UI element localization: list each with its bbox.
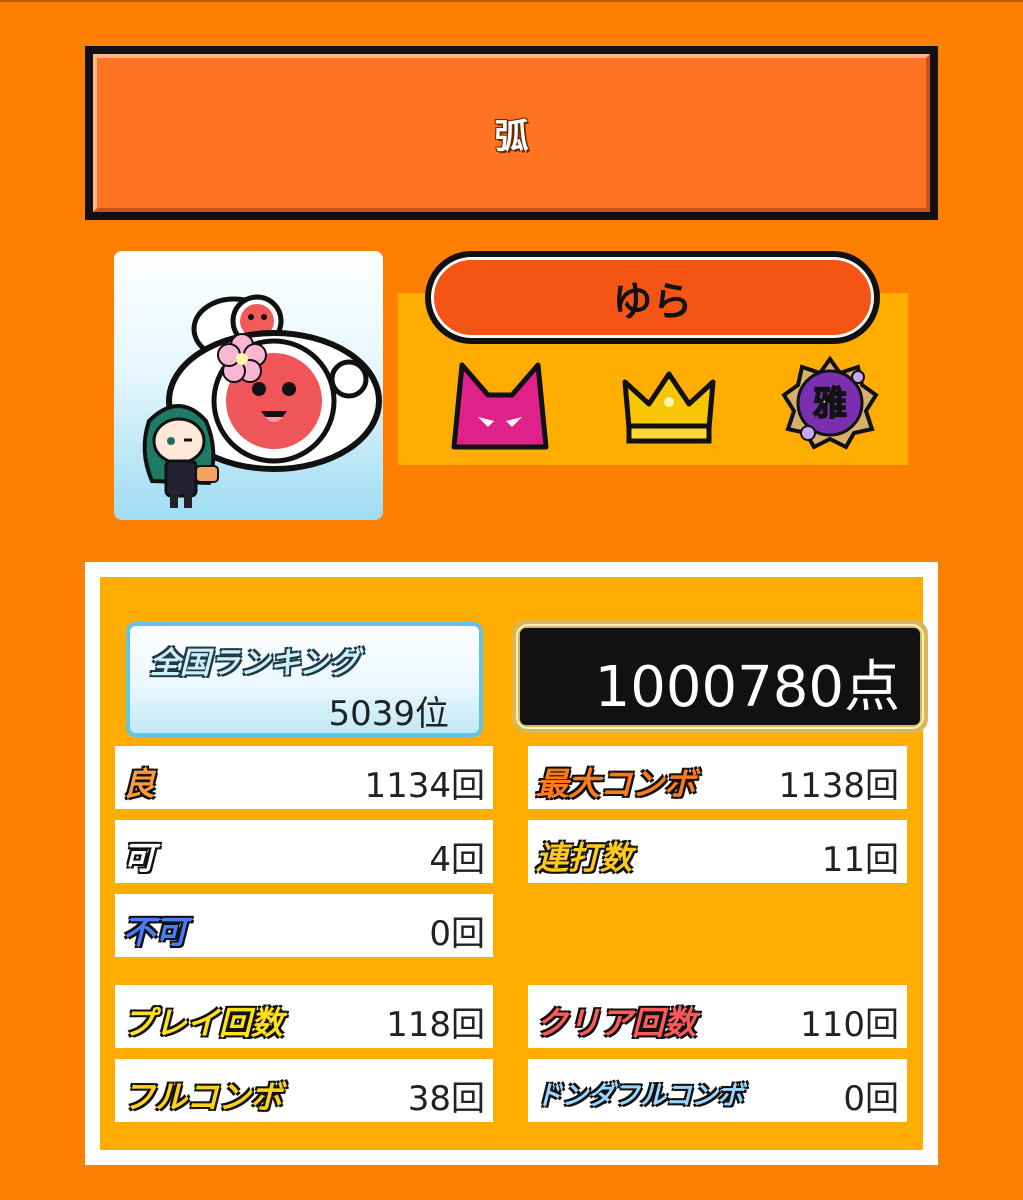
total-score-box: 1000780点 xyxy=(512,620,928,733)
song-title-plate: 弧 xyxy=(93,54,930,212)
oni-difficulty-icon xyxy=(450,355,550,454)
girl-character xyxy=(142,404,219,508)
stat-value-ok: 4回 xyxy=(429,840,485,880)
song-title-banner: 弧 xyxy=(85,46,938,220)
stat-label-ok: 可 xyxy=(123,839,156,877)
stat-row-max-combo: 最大コンボ 1138回 xyxy=(528,746,907,809)
avatar-illustration xyxy=(142,294,382,508)
stat-row-drumroll: 連打数 11回 xyxy=(528,820,907,883)
stat-value-full-combo: 38回 xyxy=(407,1079,485,1119)
player-avatar-card[interactable] xyxy=(114,251,383,520)
total-score-value: 1000780点 xyxy=(594,655,900,720)
stat-label-donderful-combo: ドンダフルコンボ xyxy=(536,1081,744,1111)
stat-value-drumroll: 11回 xyxy=(821,840,899,880)
stat-value-good: 1134回 xyxy=(364,766,485,806)
stat-row-full-combo: フルコンボ 38回 xyxy=(115,1059,493,1122)
top-border-line xyxy=(0,0,1023,2)
stat-label-good: 良 xyxy=(123,765,156,803)
miyabi-rank-label: 雅 xyxy=(813,384,847,424)
stat-row-ok: 可 4回 xyxy=(115,820,493,883)
stat-row-clear-count: クリア回数 110回 xyxy=(528,985,907,1048)
national-ranking-label: 全国ランキング xyxy=(150,646,360,681)
stat-value-clear-count: 110回 xyxy=(800,1005,899,1045)
stat-row-play-count: プレイ回数 118回 xyxy=(115,985,493,1048)
stat-row-good: 良 1134回 xyxy=(115,746,493,809)
player-name-plate: ゆら xyxy=(425,251,880,344)
miyabi-rank-icon: 雅 xyxy=(780,355,880,455)
gold-crown-icon xyxy=(621,368,717,448)
song-title: 弧 xyxy=(494,116,529,157)
stat-row-bad: 不可 0回 xyxy=(115,894,493,957)
player-name: ゆら xyxy=(612,278,693,325)
stat-row-donderful-combo: ドンダフルコンボ 0回 xyxy=(528,1059,907,1122)
score-result-panel: 全国ランキング 5039位 1000780点 良 1134回 可 4回 不可 0… xyxy=(85,562,938,1165)
stat-value-play-count: 118回 xyxy=(386,1005,485,1045)
stat-label-bad: 不可 xyxy=(123,913,188,951)
stat-label-clear-count: クリア回数 xyxy=(536,1004,697,1042)
stat-label-drumroll: 連打数 xyxy=(536,839,633,877)
stat-value-max-combo: 1138回 xyxy=(778,766,899,806)
national-ranking-box[interactable]: 全国ランキング 5039位 xyxy=(126,622,483,737)
stat-value-donderful-combo: 0回 xyxy=(843,1079,899,1119)
stat-label-play-count: プレイ回数 xyxy=(123,1004,284,1042)
stat-label-full-combo: フルコンボ xyxy=(123,1078,283,1116)
stat-label-max-combo: 最大コンボ xyxy=(536,765,697,803)
national-ranking-value: 5039位 xyxy=(328,694,449,734)
stat-value-bad: 0回 xyxy=(429,914,485,954)
